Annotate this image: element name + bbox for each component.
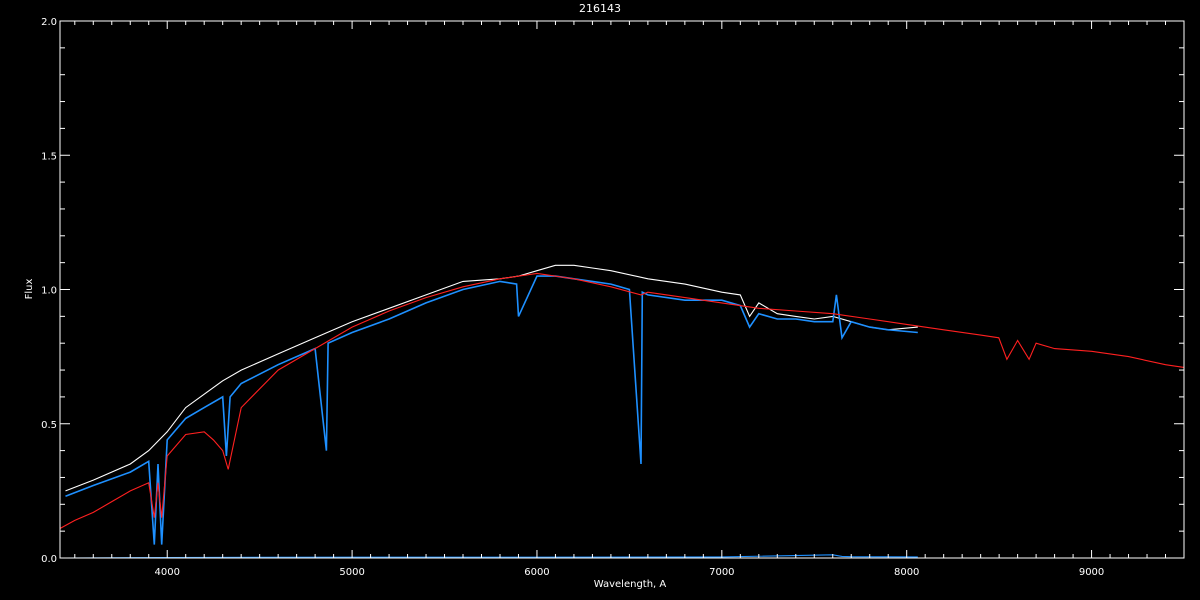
y-tick-label: 1.5: [41, 151, 57, 162]
series-line-1: [65, 264, 918, 492]
x-axis-label: Wavelength, A: [594, 579, 667, 590]
y-tick-label: 0.5: [41, 420, 57, 431]
x-tick-label: 6000: [524, 567, 549, 578]
series-layer: [59, 264, 1185, 559]
series-line-2: [65, 275, 918, 545]
y-tick-label: 2.0: [41, 17, 57, 28]
y-axis-label: Flux: [24, 279, 35, 300]
chart-title: 216143: [579, 2, 621, 15]
x-tick-label: 7000: [709, 567, 734, 578]
y-tick-label: 1.0: [41, 286, 57, 297]
x-tick-label: 5000: [339, 567, 364, 578]
x-tick-label: 4000: [154, 567, 179, 578]
y-tick-label: 0.0: [41, 554, 57, 565]
x-tick-label: 8000: [894, 567, 919, 578]
axes-layer: 4000 5000 6000 7000 8000 9000 0.0 0.5 1.0 1.5 2.0: [41, 17, 1185, 578]
spectrum-chart: 216143 Wavelength, A Flux 4000 5000 6000 70…: [24, 2, 1185, 590]
series-line-3: [59, 272, 1185, 529]
x-tick-label: 9000: [1079, 567, 1104, 578]
